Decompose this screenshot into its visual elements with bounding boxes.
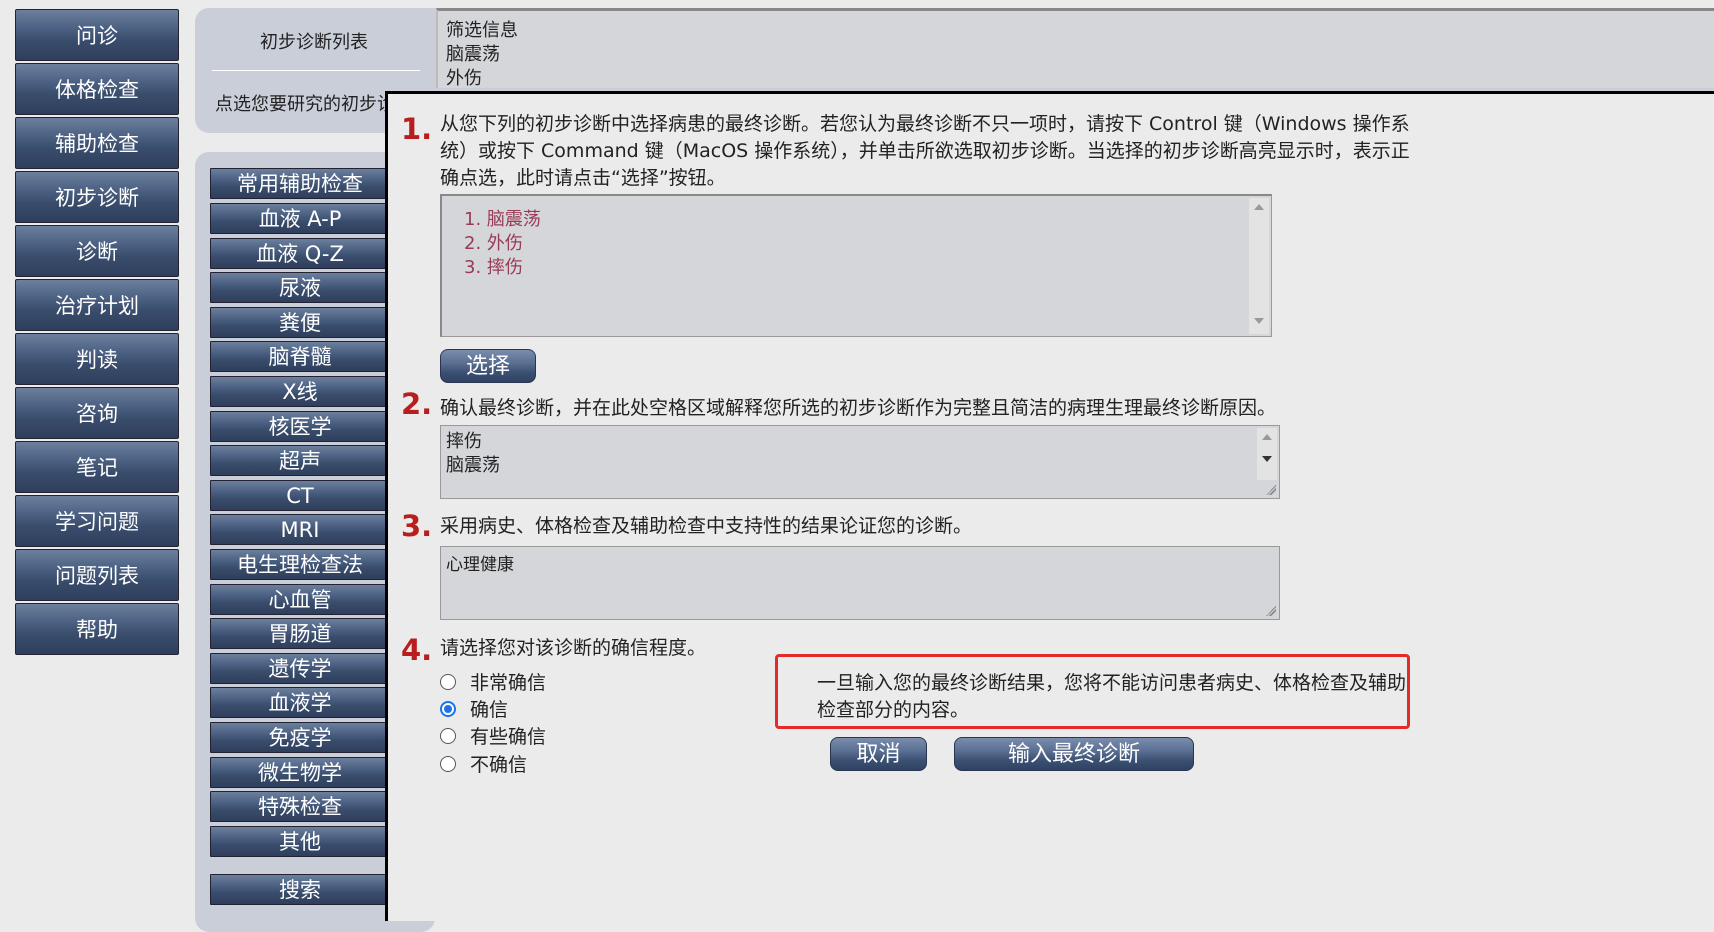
- nav-diagnosis[interactable]: 诊断: [15, 225, 179, 277]
- nav-auxiliary-exam[interactable]: 辅助检查: [15, 117, 179, 169]
- cat-ct[interactable]: CT: [210, 480, 390, 511]
- textarea-line: 脑震荡: [446, 455, 500, 476]
- cat-microbiology[interactable]: 微生物学: [210, 757, 390, 788]
- filter-line: 外伤: [446, 68, 482, 89]
- cat-common[interactable]: 常用辅助检查: [210, 168, 390, 199]
- nav-help[interactable]: 帮助: [15, 603, 179, 655]
- textarea-scrollbar[interactable]: [1257, 428, 1277, 480]
- cat-mri[interactable]: MRI: [210, 514, 390, 545]
- cat-ultrasound[interactable]: 超声: [210, 445, 390, 476]
- cancel-button[interactable]: 取消: [830, 737, 927, 771]
- cat-nuclear[interactable]: 核医学: [210, 411, 390, 442]
- cat-blood-q-z[interactable]: 血液 Q-Z: [210, 238, 390, 269]
- submit-final-diagnosis-button[interactable]: 输入最终诊断: [954, 737, 1194, 771]
- step4-instruction: 请选择您对该诊断的确信程度。: [440, 637, 707, 659]
- resize-handle-icon[interactable]: [1266, 485, 1276, 495]
- radio-confident[interactable]: 确信: [440, 697, 508, 723]
- listbox-option[interactable]: 2. 外伤: [464, 232, 1271, 256]
- divider: [212, 70, 420, 71]
- listbox-option[interactable]: 1. 脑震荡: [464, 208, 1271, 232]
- cat-blood-a-p[interactable]: 血液 A-P: [210, 203, 390, 234]
- textarea-line: 摔伤: [446, 431, 482, 452]
- radio-icon[interactable]: [440, 673, 456, 690]
- radio-not-confident[interactable]: 不确信: [440, 752, 527, 778]
- cat-stool[interactable]: 粪便: [210, 307, 390, 338]
- resize-handle-icon[interactable]: [1266, 606, 1276, 616]
- listbox-option[interactable]: 3. 摔伤: [464, 256, 1271, 280]
- cat-urine[interactable]: 尿液: [210, 272, 390, 303]
- preliminary-diagnosis-listbox[interactable]: 1. 脑震荡 2. 外伤 3. 摔伤: [440, 194, 1272, 337]
- filter-info-box: 筛选信息 脑震荡 外伤: [436, 8, 1714, 89]
- listbox-scrollbar[interactable]: [1249, 198, 1269, 334]
- filter-line: 筛选信息: [446, 20, 518, 41]
- nav-notes[interactable]: 笔记: [15, 441, 179, 493]
- nav-interpretation[interactable]: 判读: [15, 333, 179, 385]
- step3-number: 3.: [401, 509, 433, 543]
- instruction-text: 点选您要研究的初步诊: [215, 94, 385, 115]
- select-button[interactable]: 选择: [440, 349, 536, 383]
- radio-icon[interactable]: [440, 755, 456, 772]
- step2-number: 2.: [401, 387, 433, 421]
- radio-icon[interactable]: [440, 727, 456, 744]
- step3-instruction: 采用病史、体格检查及辅助检查中支持性的结果论证您的诊断。: [440, 515, 973, 537]
- nav-problem-list[interactable]: 问题列表: [15, 549, 179, 601]
- filter-line: 脑震荡: [446, 44, 500, 65]
- scroll-up-icon[interactable]: [1262, 434, 1272, 440]
- supporting-findings-textarea[interactable]: 心理健康: [440, 546, 1280, 620]
- scroll-down-icon[interactable]: [1262, 456, 1272, 462]
- nav-preliminary-diagnosis[interactable]: 初步诊断: [15, 171, 179, 223]
- nav-physical-exam[interactable]: 体格检查: [15, 63, 179, 115]
- radio-somewhat-confident[interactable]: 有些确信: [440, 724, 546, 750]
- cat-hematology[interactable]: 血液学: [210, 687, 390, 718]
- search-button[interactable]: 搜索: [210, 874, 390, 905]
- cat-gastrointestinal[interactable]: 胃肠道: [210, 618, 390, 649]
- textarea-value: 心理健康: [446, 555, 514, 575]
- cat-genetics[interactable]: 遗传学: [210, 653, 390, 684]
- cat-cardiovascular[interactable]: 心血管: [210, 584, 390, 615]
- cat-electrophysiology[interactable]: 电生理检查法: [210, 549, 390, 580]
- cat-special[interactable]: 特殊检查: [210, 791, 390, 822]
- scroll-up-icon[interactable]: [1254, 204, 1264, 210]
- cat-xray[interactable]: X线: [210, 376, 390, 407]
- step4-number: 4.: [401, 633, 433, 667]
- radio-very-confident[interactable]: 非常确信: [440, 670, 546, 696]
- nav-consult[interactable]: 咨询: [15, 387, 179, 439]
- cat-immunology[interactable]: 免疫学: [210, 722, 390, 753]
- nav-learning-issues[interactable]: 学习问题: [15, 495, 179, 547]
- cat-other[interactable]: 其他: [210, 826, 390, 857]
- diagnosis-explanation-textarea[interactable]: 摔伤 脑震荡: [440, 425, 1280, 499]
- cat-csf[interactable]: 脑脊髓: [210, 341, 390, 372]
- list-title: 初步诊断列表: [260, 32, 368, 53]
- warning-text: 一旦输入您的最终诊断结果，您将不能访问患者病史、体格检查及辅助检查部分的内容。: [817, 672, 1407, 721]
- radio-selected-icon[interactable]: [440, 700, 456, 717]
- step2-instruction: 确认最终诊断，并在此处空格区域解释您所选的初步诊断作为完整且简洁的病理生理最终诊…: [440, 397, 1277, 419]
- nav-treatment-plan[interactable]: 治疗计划: [15, 279, 179, 331]
- nav-inquiry[interactable]: 问诊: [15, 9, 179, 61]
- step1-instruction: 从您下列的初步诊断中选择病患的最终诊断。若您认为最终诊断不只一项时，请按下 Co…: [440, 113, 1410, 189]
- step1-number: 1.: [401, 112, 433, 146]
- scroll-down-icon[interactable]: [1254, 318, 1264, 324]
